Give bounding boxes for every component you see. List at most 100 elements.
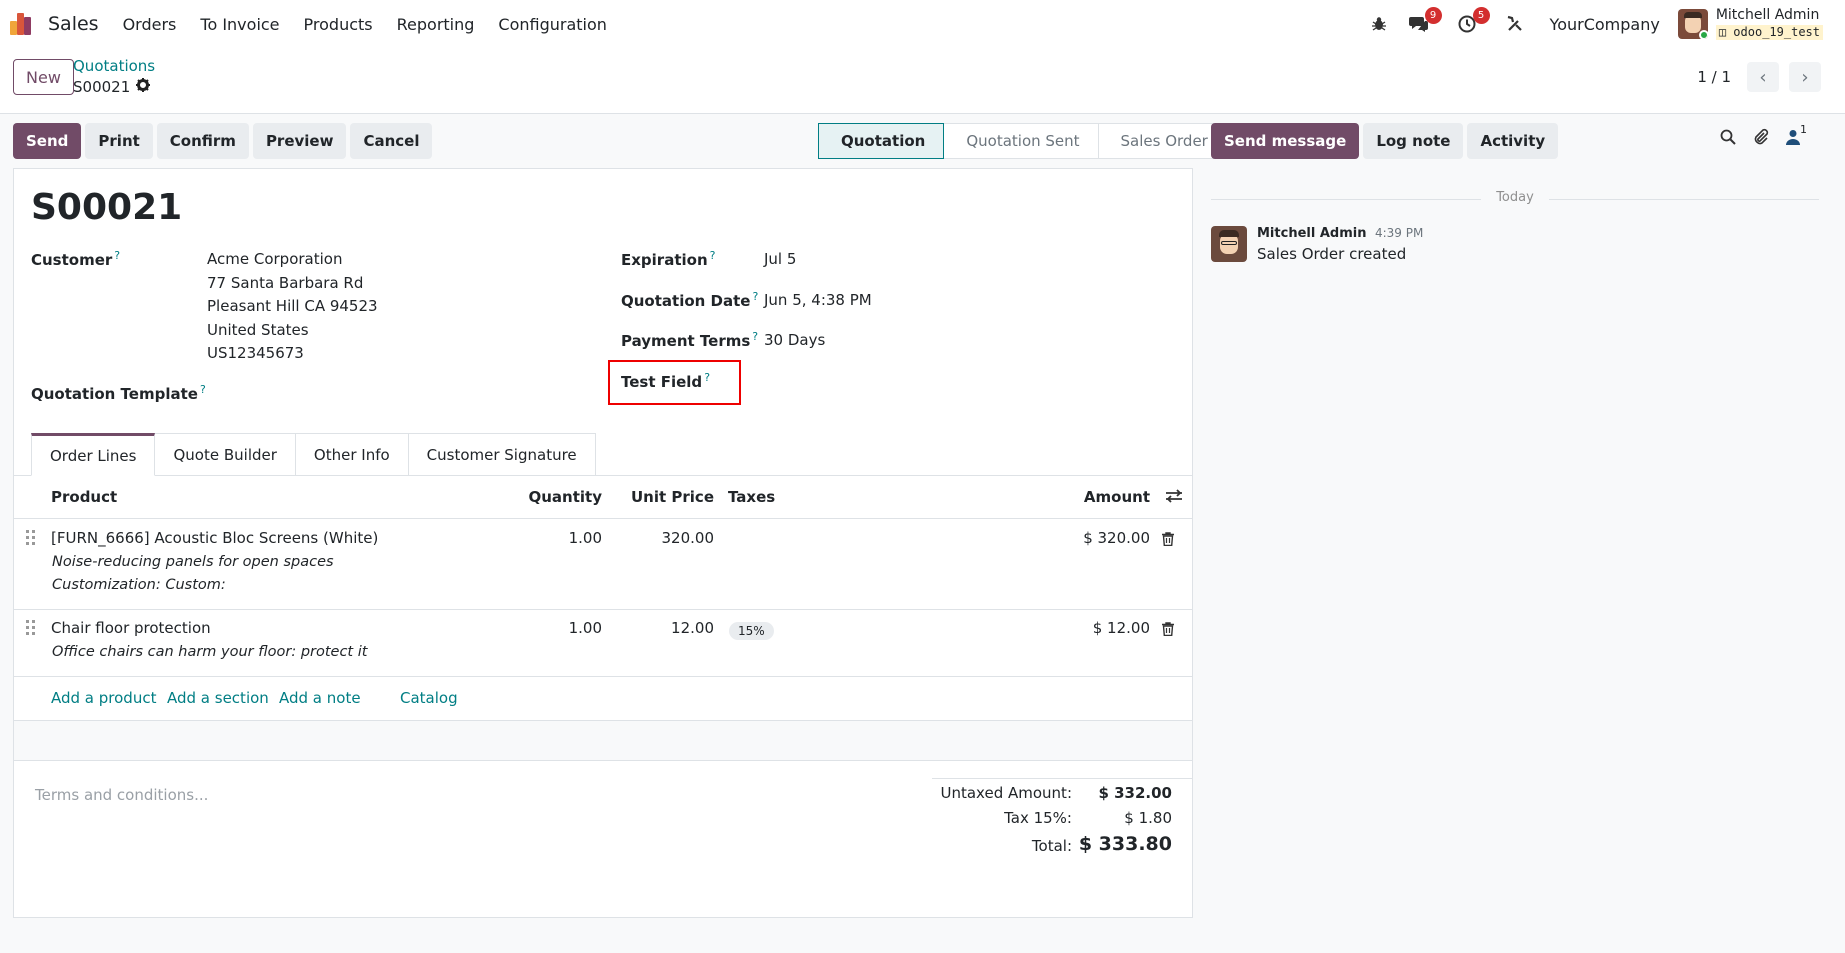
activity-button[interactable]: Activity bbox=[1467, 123, 1559, 159]
column-taxes[interactable]: Taxes bbox=[728, 488, 775, 506]
help-icon[interactable]: ? bbox=[114, 249, 120, 262]
database-label: odoo_19_test bbox=[1733, 25, 1820, 40]
user-avatar[interactable] bbox=[1677, 9, 1708, 39]
column-product[interactable]: Product bbox=[51, 488, 117, 506]
breadcrumb-quotations[interactable]: Quotations bbox=[73, 57, 155, 75]
customer-label: Customer? bbox=[31, 249, 120, 269]
column-amount[interactable]: Amount bbox=[1084, 488, 1150, 506]
line-quantity[interactable]: 1.00 bbox=[569, 529, 602, 547]
untaxed-label: Untaxed Amount: bbox=[940, 784, 1073, 802]
pager-previous-button[interactable]: ‹ bbox=[1747, 62, 1779, 92]
test-field-label: Test Field? bbox=[621, 371, 710, 391]
optional-columns-icon[interactable] bbox=[1166, 489, 1182, 507]
add-product-link[interactable]: Add a product bbox=[51, 689, 156, 707]
tools-icon[interactable] bbox=[1502, 11, 1528, 37]
followers-count: 1 bbox=[1800, 123, 1807, 136]
drag-handle-icon[interactable] bbox=[26, 530, 36, 546]
trash-icon[interactable] bbox=[1162, 622, 1174, 637]
add-note-link[interactable]: Add a note bbox=[279, 689, 361, 707]
catalog-link[interactable]: Catalog bbox=[400, 689, 458, 707]
message-author[interactable]: Mitchell Admin bbox=[1257, 226, 1366, 241]
help-icon[interactable]: ? bbox=[752, 330, 758, 343]
chatter-buttons: Send message Log note Activity bbox=[1211, 123, 1559, 159]
customer-street: 77 Santa Barbara Rd bbox=[207, 273, 364, 292]
stage-quotation[interactable]: Quotation bbox=[818, 123, 945, 159]
quotation-date-label-text: Quotation Date bbox=[621, 292, 751, 310]
help-icon[interactable]: ? bbox=[710, 249, 716, 262]
activities-clock-icon[interactable]: 5 bbox=[1454, 7, 1490, 37]
menu-configuration[interactable]: Configuration bbox=[498, 15, 607, 34]
table-row[interactable]: [FURN_6666] Acoustic Bloc Screens (White… bbox=[14, 520, 1192, 610]
tab-customer-signature[interactable]: Customer Signature bbox=[408, 433, 596, 476]
drag-handle-icon[interactable] bbox=[26, 620, 36, 636]
pager-value[interactable]: 1 / 1 bbox=[1697, 68, 1731, 86]
menu-products[interactable]: Products bbox=[304, 15, 373, 34]
pager: 1 / 1 ‹ › bbox=[1697, 62, 1821, 92]
help-icon[interactable]: ? bbox=[752, 290, 758, 303]
line-amount: $ 320.00 bbox=[1083, 529, 1150, 547]
tab-other-info[interactable]: Other Info bbox=[295, 433, 409, 476]
column-unit-price[interactable]: Unit Price bbox=[631, 488, 714, 506]
payment-terms-label-text: Payment Terms bbox=[621, 332, 751, 350]
top-navbar: Sales Orders To Invoice Products Reporti… bbox=[0, 0, 1845, 48]
column-quantity[interactable]: Quantity bbox=[529, 488, 603, 506]
menu-orders[interactable]: Orders bbox=[123, 15, 177, 34]
message-body: Sales Order created bbox=[1257, 245, 1407, 263]
customer-name: Acme Corporation bbox=[207, 250, 343, 268]
send-button[interactable]: Send bbox=[13, 123, 82, 159]
trash-icon[interactable] bbox=[1162, 532, 1174, 547]
gear-icon[interactable] bbox=[136, 78, 151, 96]
line-quantity[interactable]: 1.00 bbox=[569, 619, 602, 637]
menu-to-invoice[interactable]: To Invoice bbox=[200, 15, 279, 34]
line-product[interactable]: Chair floor protection bbox=[51, 619, 211, 637]
order-lines-actions: Add a product Add a section Add a note C… bbox=[14, 677, 1192, 721]
search-icon[interactable] bbox=[1720, 129, 1736, 149]
menu-reporting[interactable]: Reporting bbox=[397, 15, 475, 34]
tax-tag[interactable]: 15% bbox=[729, 622, 774, 640]
print-button[interactable]: Print bbox=[85, 123, 153, 159]
untaxed-value: $ 332.00 bbox=[1098, 784, 1172, 802]
cancel-button[interactable]: Cancel bbox=[350, 123, 433, 159]
user-name: Mitchell Admin bbox=[1715, 6, 1820, 23]
company-switcher[interactable]: YourCompany bbox=[1550, 15, 1660, 34]
preview-button[interactable]: Preview bbox=[252, 123, 347, 159]
help-icon[interactable]: ? bbox=[200, 383, 206, 396]
paperclip-icon[interactable] bbox=[1752, 128, 1770, 150]
line-unit-price[interactable]: 12.00 bbox=[671, 619, 714, 637]
add-section-link[interactable]: Add a section bbox=[167, 689, 269, 707]
chatter-tools: 1 bbox=[1720, 123, 1807, 150]
message-time: 4:39 PM bbox=[1374, 226, 1424, 240]
expiration-field[interactable]: Jul 5 bbox=[764, 248, 796, 272]
sales-app-icon[interactable] bbox=[10, 11, 36, 37]
database-icon: ◫ bbox=[1718, 25, 1727, 40]
customer-label-text: Customer bbox=[31, 251, 113, 269]
payment-terms-field[interactable]: 30 Days bbox=[764, 329, 825, 353]
help-icon[interactable]: ? bbox=[704, 371, 710, 384]
line-unit-price[interactable]: 320.00 bbox=[662, 529, 715, 547]
messages-icon[interactable]: 9 bbox=[1406, 7, 1442, 37]
stage-quotation-sent[interactable]: Quotation Sent bbox=[944, 123, 1099, 159]
send-message-button[interactable]: Send message bbox=[1211, 123, 1360, 159]
tab-order-lines[interactable]: Order Lines bbox=[31, 433, 156, 476]
table-row[interactable]: Chair floor protection Office chairs can… bbox=[14, 610, 1192, 677]
customer-field[interactable]: Acme Corporation 77 Santa Barbara Rd Ple… bbox=[207, 248, 378, 366]
pager-next-button[interactable]: › bbox=[1789, 62, 1821, 92]
followers-button[interactable]: 1 bbox=[1786, 123, 1807, 149]
line-amount: $ 12.00 bbox=[1092, 619, 1150, 637]
chatter-message: Mitchell Admin 4:39 PM Sales Order creat… bbox=[1211, 226, 1423, 263]
app-name[interactable]: Sales bbox=[48, 13, 99, 35]
quotation-date-field[interactable]: Jun 5, 4:38 PM bbox=[764, 289, 872, 313]
new-button[interactable]: New bbox=[13, 59, 74, 95]
confirm-button[interactable]: Confirm bbox=[156, 123, 249, 159]
total-value: $ 333.80 bbox=[1078, 833, 1172, 855]
terms-and-conditions-input[interactable]: Terms and conditions... bbox=[35, 786, 208, 804]
stage-sales-order[interactable]: Sales Order bbox=[1098, 123, 1226, 159]
user-menu[interactable]: Mitchell Admin ◫ odoo_19_test bbox=[1715, 6, 1823, 41]
debug-bug-icon[interactable] bbox=[1366, 11, 1392, 37]
test-field-label-text: Test Field bbox=[621, 373, 703, 391]
log-note-button[interactable]: Log note bbox=[1363, 123, 1464, 159]
line-product[interactable]: [FURN_6666] Acoustic Bloc Screens (White… bbox=[51, 529, 378, 547]
breadcrumb-current-label: S00021 bbox=[73, 78, 131, 96]
message-author-avatar[interactable] bbox=[1211, 226, 1247, 262]
tab-quote-builder[interactable]: Quote Builder bbox=[155, 433, 296, 476]
